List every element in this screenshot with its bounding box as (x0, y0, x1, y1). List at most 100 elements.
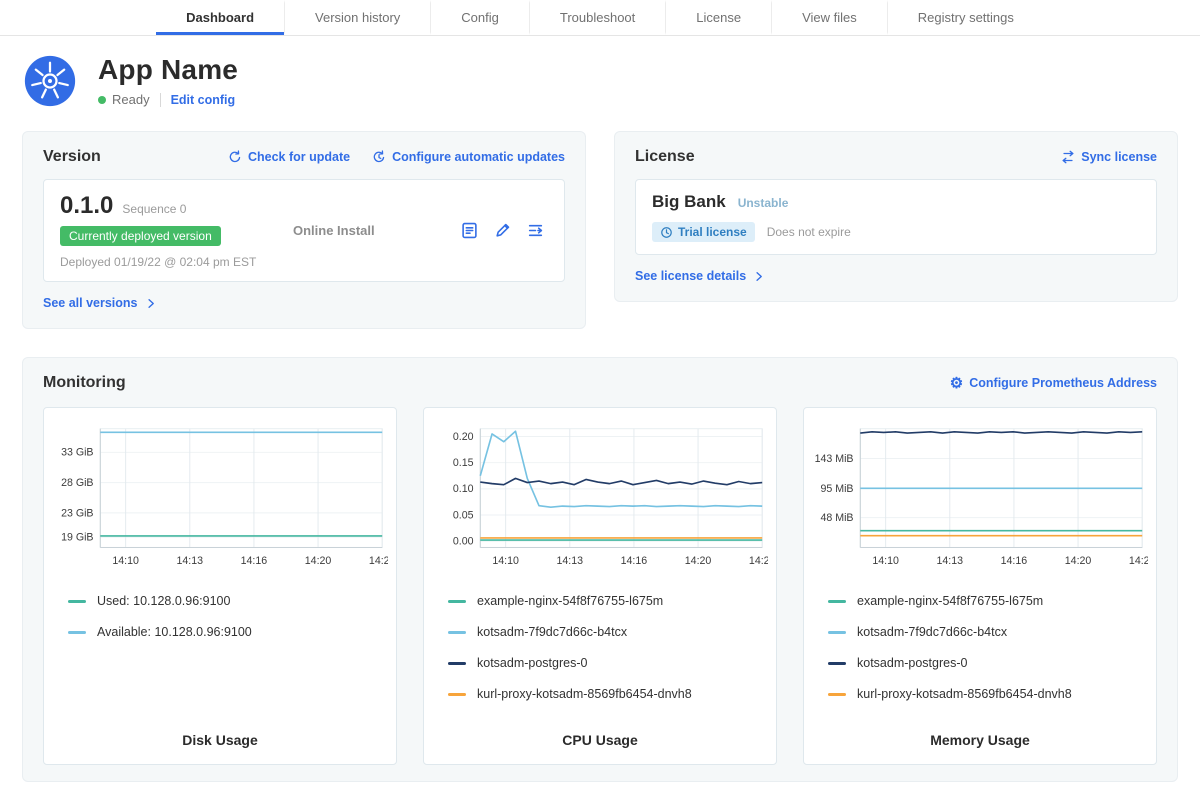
cards-row: Version Check for update (22, 131, 1178, 329)
x-tick-label: 14:10 (112, 555, 139, 567)
tab-config[interactable]: Config (430, 0, 529, 35)
legend-label: kurl-proxy-kotsadm-8569fb6454-dnvh8 (477, 687, 692, 701)
y-tick-label: 23 GiB (61, 507, 93, 519)
see-license-details-label: See license details (635, 269, 746, 283)
version-sequence: Sequence 0 (122, 202, 186, 216)
legend-item: kurl-proxy-kotsadm-8569fb6454-dnvh8 (828, 687, 1148, 701)
y-tick-label: 0.15 (453, 457, 474, 469)
edit-pen-icon (494, 222, 511, 239)
divider (160, 93, 161, 107)
sync-license-link[interactable]: Sync license (1061, 150, 1157, 164)
trial-license-label: Trial license (678, 225, 747, 239)
configure-prometheus-label: Configure Prometheus Address (969, 376, 1157, 390)
series-dash-icon (448, 693, 466, 696)
deployed-badge: Currently deployed version (60, 226, 221, 246)
x-tick-label: 14:16 (1001, 555, 1028, 567)
current-version-box: 0.1.0 Sequence 0 Currently deployed vers… (43, 179, 565, 282)
see-all-versions-link[interactable]: See all versions (43, 296, 157, 310)
license-card: License Sync license Big Bank (614, 131, 1178, 302)
legend-label: kotsadm-7f9dc7d66c-b4tcx (477, 625, 627, 639)
y-tick-label: 0.00 (453, 536, 474, 548)
y-tick-label: 28 GiB (61, 477, 93, 489)
y-tick-label: 143 MiB (815, 453, 854, 465)
legend-label: example-nginx-54f8f76755-l675m (857, 594, 1043, 608)
legend-label: Available: 10.128.0.96:9100 (97, 625, 252, 639)
license-info-box: Big Bank Unstable Trial license Does not… (635, 179, 1157, 255)
chevron-right-icon (146, 298, 157, 309)
app-meta: App Name Ready Edit config (98, 54, 238, 107)
series-dash-icon (448, 631, 466, 634)
version-card-title: Version (43, 148, 101, 166)
tab-registry-settings[interactable]: Registry settings (887, 0, 1044, 35)
legend-item: example-nginx-54f8f76755-l675m (448, 594, 768, 608)
series-dash-icon (68, 600, 86, 603)
memory-usage-chart-card: 48 MiB95 MiB143 MiB14:1014:1314:1614:201… (803, 407, 1157, 765)
legend-label: kotsadm-postgres-0 (857, 656, 967, 670)
legend-label: kotsadm-7f9dc7d66c-b4tcx (857, 625, 1007, 639)
cpu-usage-chart-card: 0.000.050.100.150.2014:1014:1314:1614:20… (423, 407, 777, 765)
x-tick-label: 14:20 (685, 555, 712, 567)
cpu-usage-chart: 0.000.050.100.150.2014:1014:1314:1614:20… (432, 420, 768, 576)
configure-prometheus-link[interactable]: ⚙ Configure Prometheus Address (950, 376, 1157, 391)
x-tick-label: 14:16 (621, 555, 648, 567)
version-card: Version Check for update (22, 131, 586, 329)
see-license-details-link[interactable]: See license details (635, 269, 765, 283)
y-tick-label: 33 GiB (61, 447, 93, 459)
configure-auto-updates-link[interactable]: Configure automatic updates (372, 150, 565, 164)
series-line (860, 432, 1142, 433)
disk-usage-chart-card: 19 GiB23 GiB28 GiB33 GiB14:1014:1314:161… (43, 407, 397, 765)
legend-item: example-nginx-54f8f76755-l675m (828, 594, 1148, 608)
legend-item: Used: 10.128.0.96:9100 (68, 594, 388, 608)
version-header-links: Check for update Configure automatic upd… (228, 150, 565, 164)
edit-config-link[interactable]: Edit config (171, 93, 236, 107)
legend-label: kotsadm-postgres-0 (477, 656, 587, 670)
y-tick-label: 0.10 (453, 483, 474, 495)
check-for-update-link[interactable]: Check for update (228, 150, 350, 164)
tab-view-files[interactable]: View files (771, 0, 887, 35)
app-header: App Name Ready Edit config (0, 36, 1200, 113)
charts-row: 19 GiB 23 GiB 28 GiB 33 GiB 14:10 14:13 14:16 1… (43, 407, 1157, 765)
tab-license[interactable]: License (665, 0, 771, 35)
app-status-row: Ready Edit config (98, 92, 238, 107)
version-number: 0.1.0 (60, 192, 113, 220)
tab-troubleshoot[interactable]: Troubleshoot (529, 0, 665, 35)
series-dash-icon (828, 662, 846, 665)
tab-dashboard[interactable]: Dashboard (156, 0, 284, 35)
edit-config-button[interactable] (494, 222, 511, 239)
series-dash-icon (828, 693, 846, 696)
memory-usage-chart: 48 MiB95 MiB143 MiB14:1014:1314:1614:201… (812, 420, 1148, 576)
x-tick-label: 14:13 (557, 555, 584, 567)
chevron-right-icon (754, 271, 765, 282)
legend-item: kotsadm-7f9dc7d66c-b4tcx (448, 625, 768, 639)
x-tick-label: 14:13 (177, 555, 204, 567)
legend-item: kurl-proxy-kotsadm-8569fb6454-dnvh8 (448, 687, 768, 701)
legend-item: kotsadm-7f9dc7d66c-b4tcx (828, 625, 1148, 639)
clock-icon (660, 226, 673, 239)
legend-label: kurl-proxy-kotsadm-8569fb6454-dnvh8 (857, 687, 1072, 701)
y-tick-label: 95 MiB (820, 483, 853, 495)
tab-version-history[interactable]: Version history (284, 0, 430, 35)
release-notes-button[interactable] (461, 222, 478, 239)
logs-lines-icon (527, 222, 544, 239)
y-tick-label: 19 GiB (61, 532, 93, 544)
deploy-logs-button[interactable] (527, 222, 544, 239)
channel-label: Unstable (738, 196, 789, 210)
status-badge: Ready (98, 92, 150, 107)
expiry-label: Does not expire (767, 225, 851, 239)
legend-item: kotsadm-postgres-0 (448, 656, 768, 670)
status-dot-icon (98, 96, 106, 104)
x-tick-label: 14:10 (492, 555, 519, 567)
kubernetes-logo-icon (24, 55, 76, 107)
x-tick-label: 14:20 (1065, 555, 1092, 567)
disk-usage-legend: Used: 10.128.0.96:9100 Available: 10.128… (68, 594, 388, 656)
legend-item: kotsadm-postgres-0 (828, 656, 1148, 670)
sync-license-label: Sync license (1081, 150, 1157, 164)
chart-title: CPU Usage (432, 718, 768, 748)
status-label: Ready (112, 92, 150, 107)
sync-arrows-icon (1061, 150, 1075, 164)
auto-update-clock-icon (372, 150, 386, 164)
memory-usage-legend: example-nginx-54f8f76755-l675m kotsadm-7… (828, 594, 1148, 718)
kots-admin-console: Dashboard Version history Config Trouble… (0, 0, 1200, 800)
series-dash-icon (68, 631, 86, 634)
version-card-header: Version Check for update (43, 148, 565, 166)
